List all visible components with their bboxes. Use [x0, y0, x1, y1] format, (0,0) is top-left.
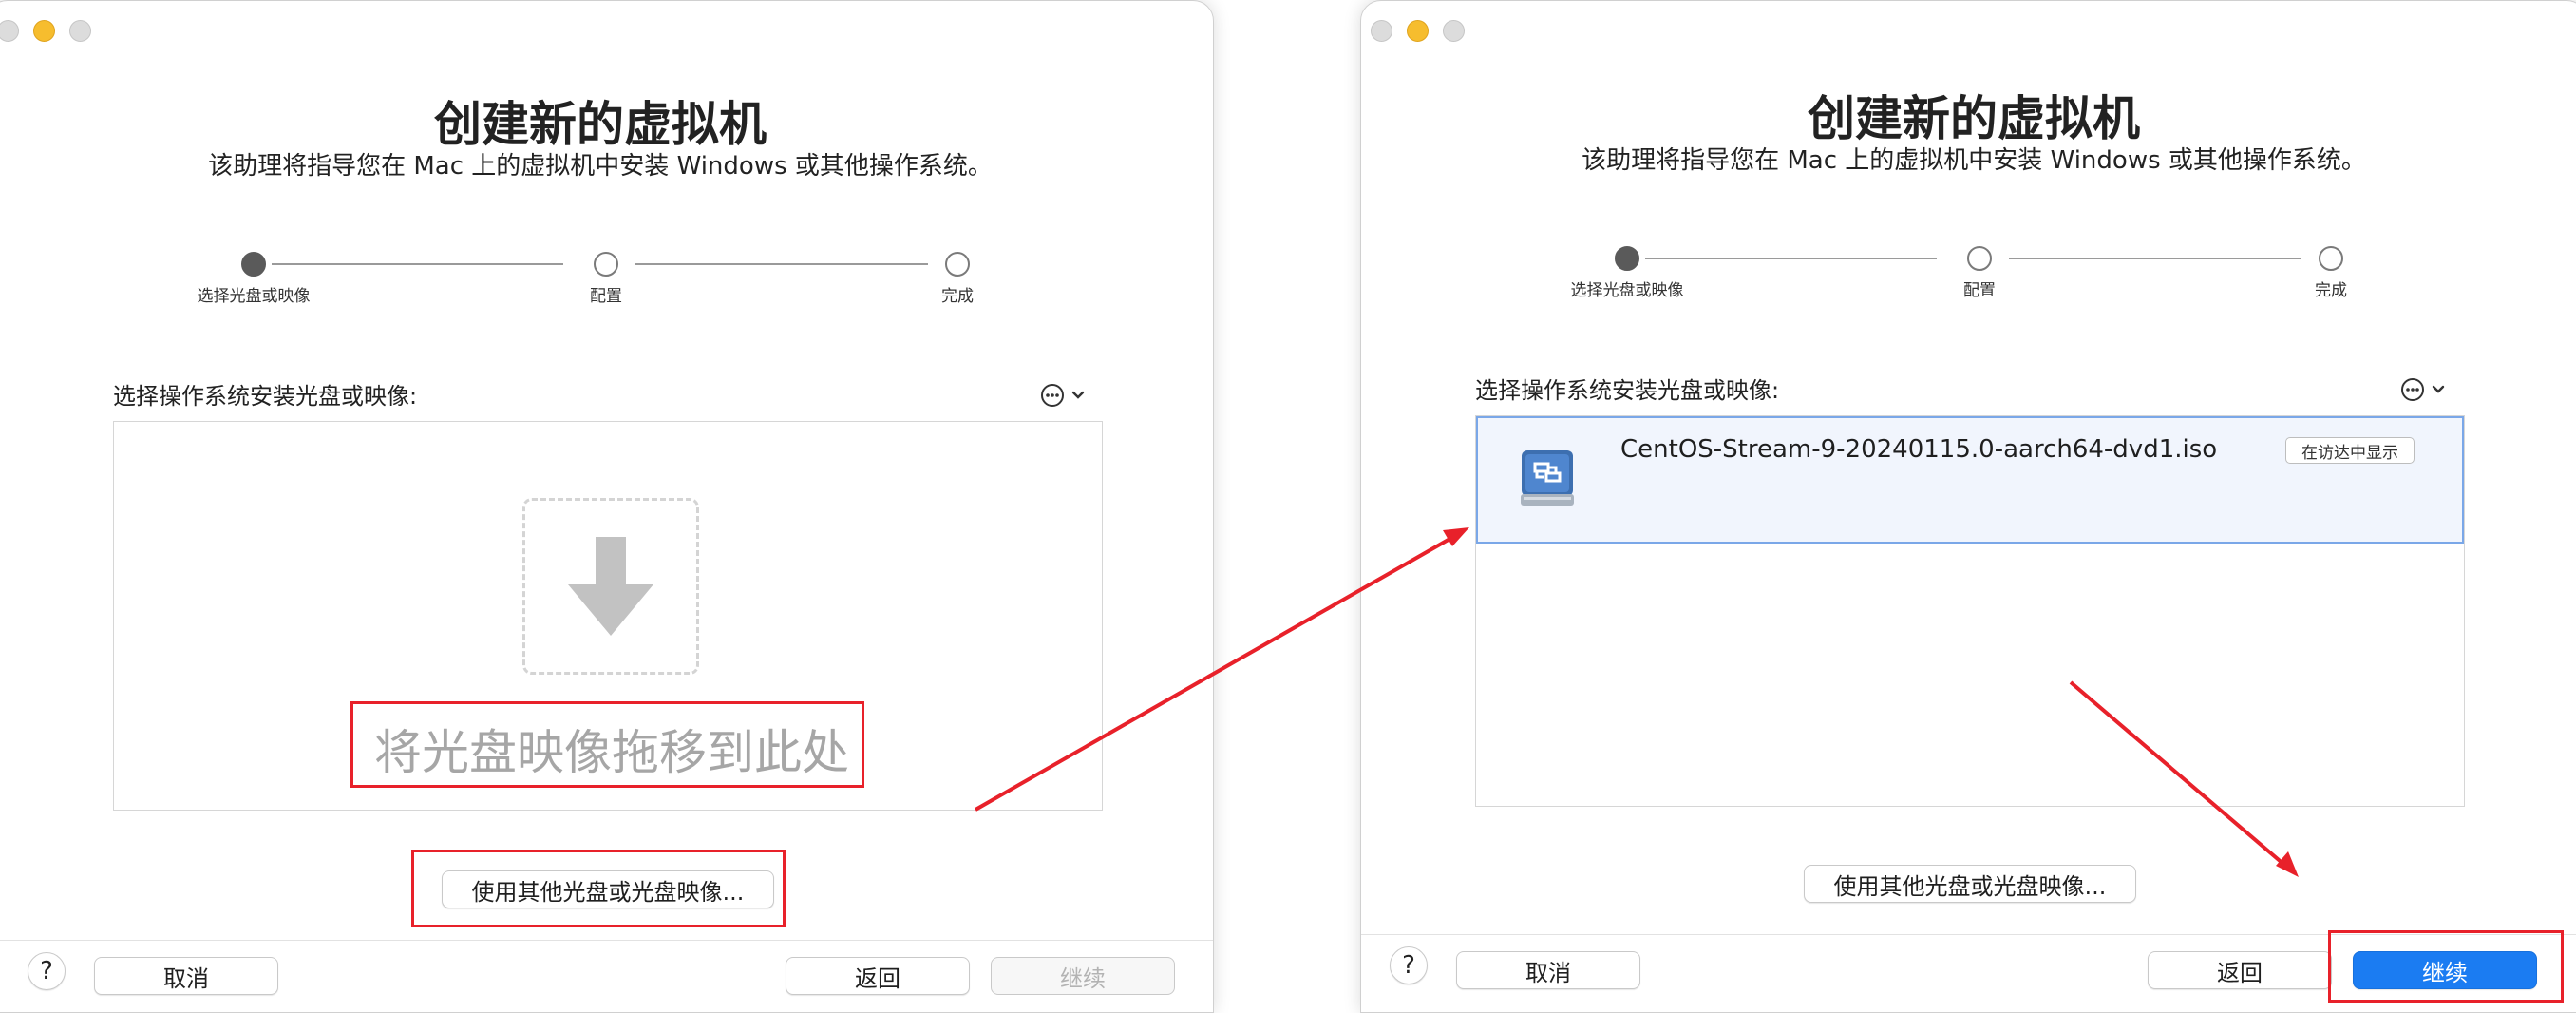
annotation-arrowhead — [1443, 527, 1469, 546]
annotation-arrow — [2069, 680, 2286, 867]
annotation-arrows — [975, 527, 2299, 877]
annotation-arrowhead — [2276, 851, 2299, 877]
annotation-arrow — [975, 535, 1454, 812]
